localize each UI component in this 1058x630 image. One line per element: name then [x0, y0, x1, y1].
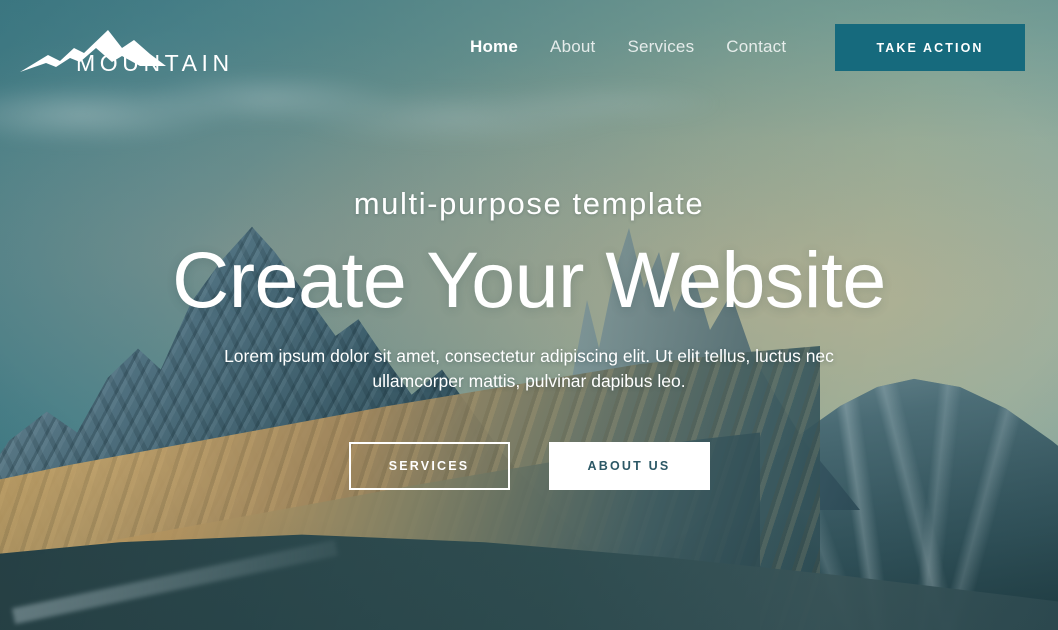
main-navigation: Home About Services Contact: [470, 34, 786, 60]
logo-text: MOUNTAIN: [76, 50, 234, 76]
about-us-button[interactable]: ABOUT US: [548, 442, 710, 490]
logo[interactable]: MOUNTAIN: [18, 22, 229, 75]
hero-subtitle: multi-purpose template: [353, 186, 705, 221]
nav-item-contact[interactable]: Contact: [726, 34, 786, 60]
nav-item-services[interactable]: Services: [627, 34, 694, 60]
take-action-button[interactable]: TAKE ACTION: [835, 24, 1025, 71]
hero-description: Lorem ipsum dolor sit amet, consectetur …: [224, 346, 834, 391]
hero-button-group: SERVICES ABOUT US: [348, 442, 710, 490]
nav-item-home[interactable]: Home: [470, 34, 518, 60]
landing-page: MOUNTAIN Home About Services Contact TAK…: [0, 0, 1058, 630]
services-button[interactable]: SERVICES: [348, 442, 510, 490]
site-header: MOUNTAIN Home About Services Contact TAK…: [0, 0, 1058, 96]
hero-title: Create Your Website: [172, 235, 886, 324]
nav-item-about[interactable]: About: [550, 34, 595, 60]
